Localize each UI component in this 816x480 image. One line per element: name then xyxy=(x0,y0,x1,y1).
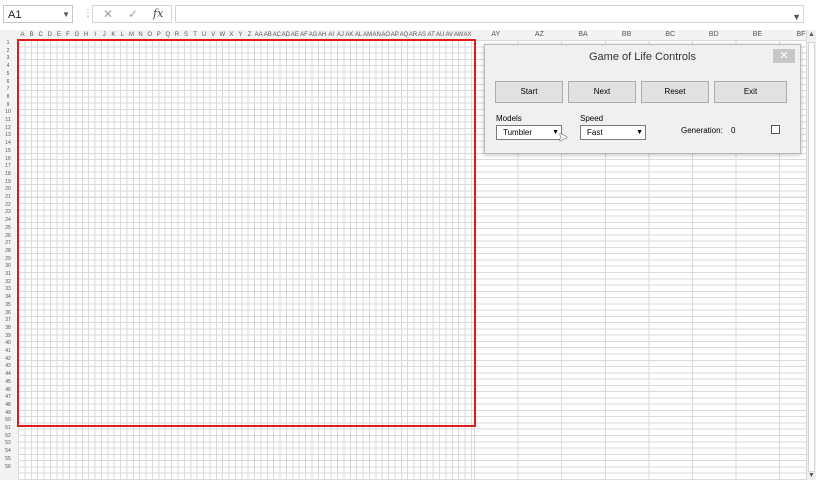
row-header-cell[interactable]: 9 xyxy=(0,102,16,108)
row-header-cell[interactable]: 1 xyxy=(0,40,16,46)
enter-icon[interactable]: ✓ xyxy=(128,7,138,21)
row-header-cell[interactable]: 25 xyxy=(0,225,16,231)
column-header-cell[interactable]: BC xyxy=(648,30,692,40)
row-header-cell[interactable]: 32 xyxy=(0,279,16,285)
models-value: Tumbler xyxy=(503,128,533,137)
chevron-down-icon[interactable]: ▼ xyxy=(636,126,643,139)
start-button[interactable]: Start xyxy=(495,81,563,103)
row-header-cell[interactable]: 40 xyxy=(0,340,16,346)
row-header-cell[interactable]: 24 xyxy=(0,217,16,223)
row-header-cell[interactable]: 39 xyxy=(0,333,16,339)
row-header-cell[interactable]: 51 xyxy=(0,425,16,431)
close-icon[interactable]: ✕ xyxy=(773,49,795,63)
row-header-cell[interactable]: 22 xyxy=(0,202,16,208)
formula-input[interactable]: ▼ xyxy=(175,5,804,23)
row-header-cell[interactable]: 3 xyxy=(0,55,16,61)
expand-formula-bar-icon[interactable]: ▼ xyxy=(792,12,801,22)
row-header-cell[interactable]: 16 xyxy=(0,156,16,162)
row-header-cell[interactable]: 19 xyxy=(0,179,16,185)
row-header-cell[interactable]: 48 xyxy=(0,402,16,408)
row-header-cell[interactable]: 44 xyxy=(0,371,16,377)
dropdown-arrow-icon[interactable]: ▼ xyxy=(62,6,70,24)
exit-button[interactable]: Exit xyxy=(714,81,787,103)
row-header-cell[interactable]: 27 xyxy=(0,240,16,246)
row-header-cell[interactable]: 5 xyxy=(0,71,16,77)
models-dropdown[interactable]: Tumbler ▼ xyxy=(496,125,562,140)
row-header-cell[interactable]: 17 xyxy=(0,163,16,169)
cancel-icon[interactable]: ✕ xyxy=(103,7,113,21)
row-header-cell[interactable]: 49 xyxy=(0,410,16,416)
row-header-cell[interactable]: 33 xyxy=(0,286,16,292)
row-header-cell[interactable]: 4 xyxy=(0,63,16,69)
speed-dropdown[interactable]: Fast ▼ xyxy=(580,125,646,140)
formula-buttons: ✕ ✓ fx xyxy=(92,5,172,23)
row-header-cell[interactable]: 31 xyxy=(0,271,16,277)
column-header-cell[interactable]: BB xyxy=(605,30,649,40)
row-header-cell[interactable]: 8 xyxy=(0,94,16,100)
row-header-cell[interactable]: 56 xyxy=(0,464,16,470)
column-header-cell[interactable]: BF xyxy=(779,30,808,40)
mouse-cursor-icon: ➤ xyxy=(558,130,569,144)
models-label: Models xyxy=(496,114,522,123)
generation-value: 0 xyxy=(731,126,736,135)
vertical-scrollbar[interactable]: ▲ ▼ xyxy=(806,30,816,480)
row-header-cell[interactable]: 38 xyxy=(0,325,16,331)
game-of-life-dialog: Game of Life Controls ✕ Start Next Reset… xyxy=(484,44,801,154)
row-header-cell[interactable]: 10 xyxy=(0,109,16,115)
name-box-value: A1 xyxy=(8,9,22,21)
row-header-cell[interactable]: 55 xyxy=(0,456,16,462)
row-header-cell[interactable]: 36 xyxy=(0,310,16,316)
row-header-cell[interactable]: 35 xyxy=(0,302,16,308)
name-box[interactable]: A1 ▼ xyxy=(3,5,73,23)
row-header-cell[interactable]: 43 xyxy=(0,363,16,369)
row-header-cell[interactable]: 12 xyxy=(0,125,16,131)
row-header-cell[interactable]: 15 xyxy=(0,148,16,154)
row-header-cell[interactable]: 13 xyxy=(0,132,16,138)
row-header-cell[interactable]: 6 xyxy=(0,79,16,85)
row-header-cell[interactable]: 30 xyxy=(0,263,16,269)
row-header-cell[interactable]: 54 xyxy=(0,448,16,454)
row-header-cell[interactable]: 29 xyxy=(0,256,16,262)
generation-label: Generation: xyxy=(681,126,723,135)
column-header-cell[interactable]: BD xyxy=(692,30,736,40)
dialog-title: Game of Life Controls xyxy=(589,51,696,63)
row-header-cell[interactable]: 45 xyxy=(0,379,16,385)
row-header-cell[interactable]: 11 xyxy=(0,117,16,123)
formula-bar: A1 ▼ ⋮ ✕ ✓ fx ▼ xyxy=(0,0,816,31)
row-header-cell[interactable]: 23 xyxy=(0,209,16,215)
row-header-cell[interactable]: 41 xyxy=(0,348,16,354)
row-header-cell[interactable]: 26 xyxy=(0,233,16,239)
column-header-cell[interactable]: AZ xyxy=(518,30,562,40)
row-header-cell[interactable]: 21 xyxy=(0,194,16,200)
row-header-cell[interactable]: 28 xyxy=(0,248,16,254)
column-header-cell[interactable]: BE xyxy=(736,30,780,40)
scroll-up-icon[interactable]: ▲ xyxy=(808,31,815,38)
row-header-cell[interactable]: 37 xyxy=(0,317,16,323)
row-header-cell[interactable]: 7 xyxy=(0,86,16,92)
reset-button[interactable]: Reset xyxy=(641,81,709,103)
row-header-cell[interactable]: 20 xyxy=(0,186,16,192)
next-button[interactable]: Next xyxy=(568,81,636,103)
row-header-cell[interactable]: 18 xyxy=(0,171,16,177)
scroll-thumb[interactable] xyxy=(808,42,815,472)
life-board-border xyxy=(17,39,476,427)
row-header-cell[interactable]: 14 xyxy=(0,140,16,146)
options-checkbox[interactable] xyxy=(771,125,780,134)
row-header-cell[interactable]: 2 xyxy=(0,48,16,54)
row-header-cell[interactable]: 42 xyxy=(0,356,16,362)
row-header-cell[interactable]: 53 xyxy=(0,440,16,446)
function-icon[interactable]: fx xyxy=(153,7,163,20)
row-header-cell[interactable]: 52 xyxy=(0,433,16,439)
column-header-cell[interactable]: BA xyxy=(561,30,605,40)
speed-label: Speed xyxy=(580,114,604,123)
row-header-cell[interactable]: 47 xyxy=(0,394,16,400)
scroll-down-icon[interactable]: ▼ xyxy=(808,472,815,479)
row-header-cell[interactable]: 50 xyxy=(0,417,16,423)
speed-value: Fast xyxy=(587,128,603,137)
column-header-cell[interactable]: AY xyxy=(474,30,518,40)
row-header-cell[interactable]: 46 xyxy=(0,387,16,393)
row-header-cell[interactable]: 34 xyxy=(0,294,16,300)
